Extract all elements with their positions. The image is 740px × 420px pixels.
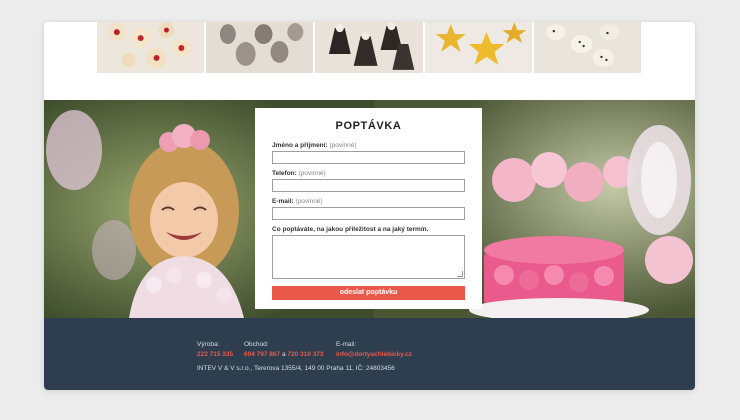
- name-label: Jméno a příjmení: (povinné): [272, 141, 465, 150]
- email-link[interactable]: info@dortyachlebicky.cz: [336, 350, 412, 360]
- phone-label: Telefon: (povinné): [272, 169, 465, 178]
- phone-input[interactable]: [272, 179, 465, 192]
- footer-shop: Obchod: 604 797 867 a 720 310 373: [244, 340, 324, 360]
- gallery-tile-gingerbread-angels[interactable]: [315, 22, 423, 73]
- phone-required-note: (povinné): [298, 170, 326, 177]
- footer-email: E-mail: info@dortyachlebicky.cz: [336, 340, 412, 360]
- cookie-gallery: [97, 22, 642, 73]
- email-label: E-mail: (povinné): [272, 197, 465, 206]
- gallery-tile-cookies-red-jam[interactable]: [97, 22, 205, 73]
- cookies-coconut-image: [206, 22, 314, 73]
- production-phone-link[interactable]: 222 715 335: [197, 350, 233, 360]
- shop-phone-1-link[interactable]: 604 797 867: [244, 351, 280, 358]
- message-label: Co poptáváte, na jakou příležitost a na …: [272, 226, 429, 233]
- star-cookies-image: [424, 22, 532, 73]
- message-textarea[interactable]: [272, 235, 465, 279]
- inquiry-form: POPTÁVKA Jméno a příjmení: (povinné) Tel…: [255, 108, 482, 309]
- cookies-red-jam-image: [97, 22, 205, 73]
- shop-label: Obchod:: [244, 341, 269, 348]
- gallery-tile-heart-cookies[interactable]: [533, 22, 642, 73]
- form-title: POPTÁVKA: [335, 120, 402, 132]
- gallery-tile-star-cookies[interactable]: [424, 22, 532, 73]
- email-required-note: (povinné): [295, 198, 323, 205]
- site-footer: Výroba: 222 715 335 Obchod: 604 797 867 …: [44, 318, 695, 390]
- browser-window: POPTÁVKA Jméno a příjmení: (povinné) Tel…: [44, 22, 695, 390]
- gallery-tile-cookies-coconut[interactable]: [206, 22, 314, 73]
- footer-production: Výroba: 222 715 335: [197, 340, 233, 360]
- shop-phone-2-link[interactable]: 720 310 373: [287, 351, 323, 358]
- email-label-text: E-mail:: [272, 198, 294, 205]
- name-label-text: Jméno a příjmení:: [272, 142, 328, 149]
- email-footer-label: E-mail:: [336, 341, 357, 348]
- gingerbread-angels-image: [315, 22, 423, 73]
- phone-label-text: Telefon:: [272, 170, 297, 177]
- submit-inquiry-button[interactable]: odeslat poptávku: [272, 286, 465, 300]
- production-label: Výroba:: [197, 341, 220, 348]
- name-required-note: (povinné): [329, 142, 357, 149]
- email-input[interactable]: [272, 207, 465, 220]
- name-input[interactable]: [272, 151, 465, 164]
- heart-cookies-image: [533, 22, 642, 73]
- company-address: INTEV V & V s.r.o., Tererova 1355/4, 149…: [197, 365, 395, 372]
